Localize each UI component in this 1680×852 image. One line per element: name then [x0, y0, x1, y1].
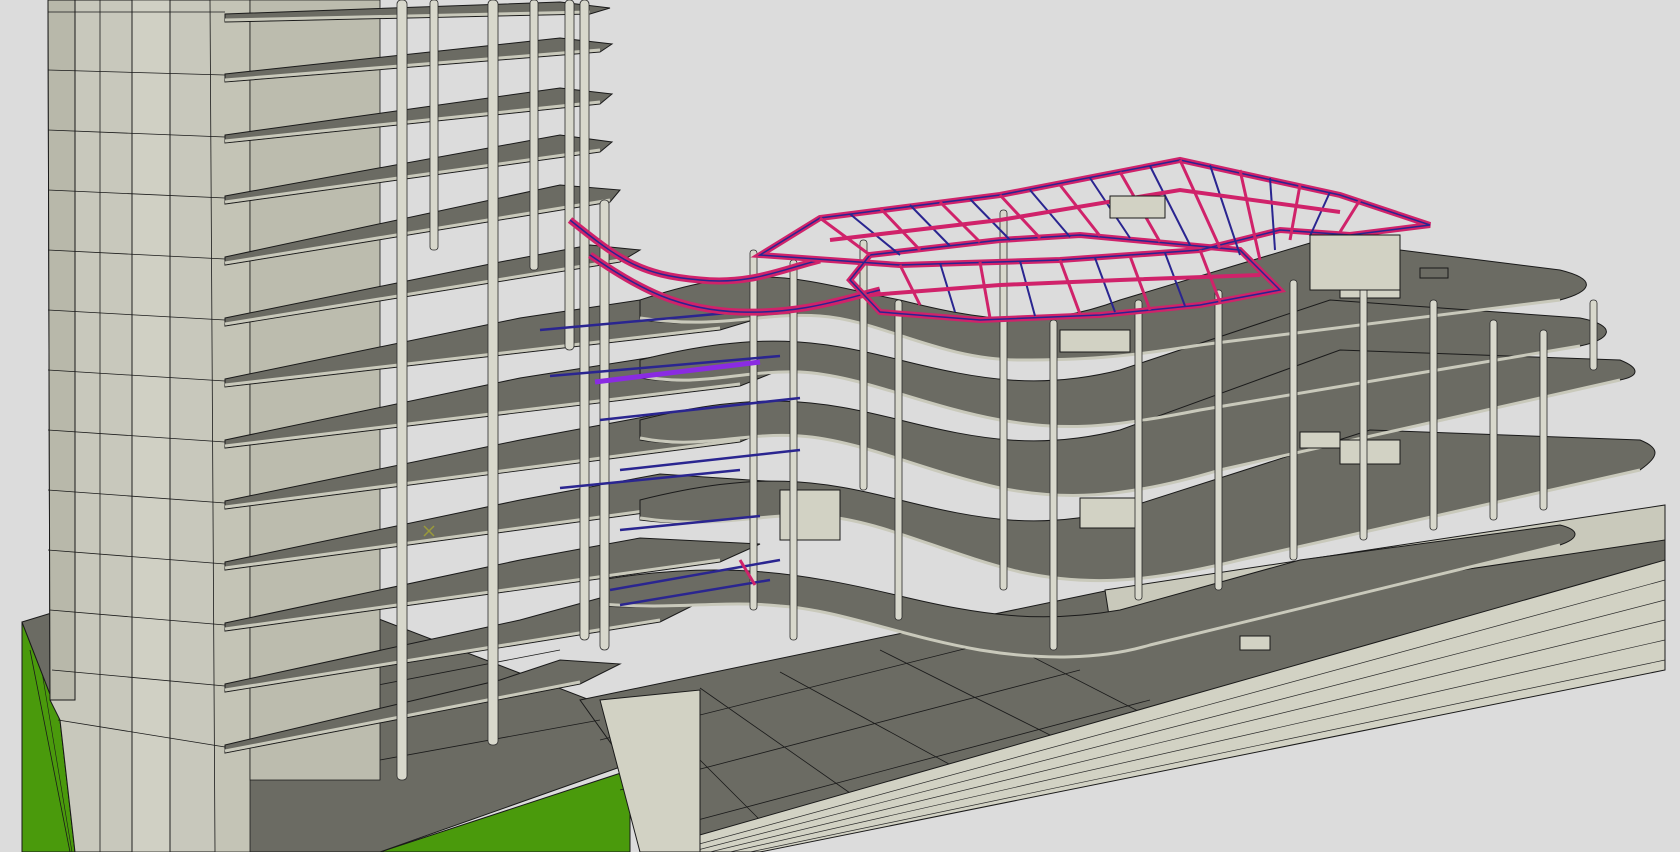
model-viewport[interactable]: [0, 0, 1680, 852]
3d-model-scene[interactable]: [0, 0, 1680, 852]
